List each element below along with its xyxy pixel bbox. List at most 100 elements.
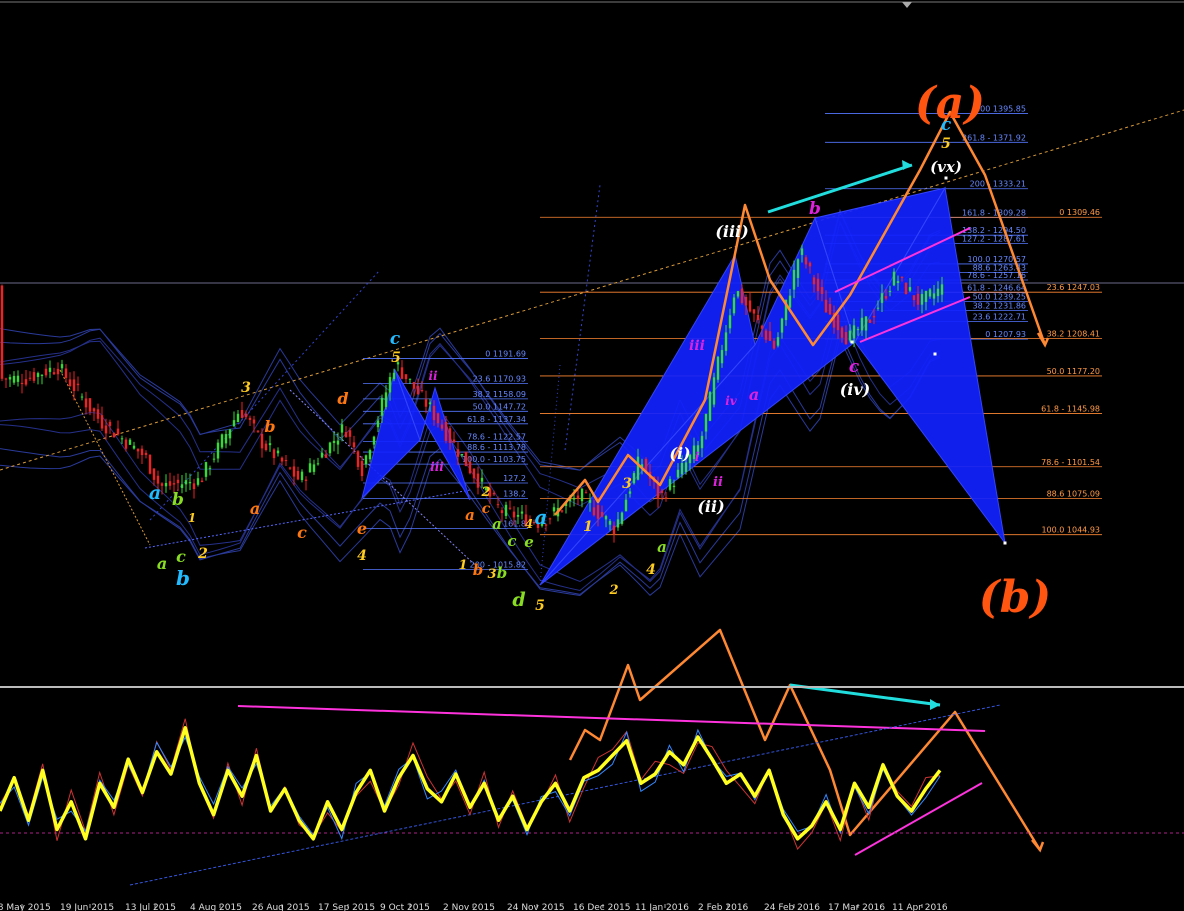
candle-body	[920, 293, 924, 305]
candle-body	[232, 420, 236, 427]
wave-label: 5	[535, 598, 545, 614]
candle-body	[48, 367, 52, 372]
candle-body	[724, 332, 728, 351]
wave-label: a	[250, 499, 260, 518]
candle-body	[468, 461, 472, 474]
candle-body	[196, 478, 200, 485]
x-tick-label: 4 Aug 2015	[190, 903, 242, 911]
candle-body	[744, 296, 748, 306]
candle-body	[604, 516, 608, 520]
candle-body	[372, 436, 376, 445]
candle-body	[908, 287, 912, 291]
candle-body	[164, 482, 168, 487]
candle-body	[280, 457, 284, 462]
fib-blue-label: 61.8 - 1246.64	[967, 284, 1026, 293]
candle-body	[104, 425, 108, 434]
candle-body	[584, 492, 588, 494]
wave-label: c	[176, 547, 186, 566]
candle-body	[180, 484, 184, 488]
candle-body	[356, 451, 360, 467]
candle-body	[108, 421, 112, 426]
candle-body	[876, 307, 880, 309]
candle-body	[100, 415, 104, 429]
fib-blue-label: 261.8 - 1371.92	[962, 133, 1026, 142]
wave-label: (iii)	[715, 222, 748, 241]
fib-blue-label: 78.6 - 1122.57	[467, 433, 526, 442]
candle-body	[384, 392, 388, 407]
candle-body	[116, 428, 120, 435]
candle-body	[124, 439, 128, 449]
fib-orange-label: 0 1309.46	[1059, 208, 1100, 217]
x-tick-label: 16 Dec 2015	[573, 903, 631, 911]
wave-label: a	[149, 482, 161, 504]
x-tick-label: 17 Mar 2016	[828, 903, 885, 911]
candle-body	[24, 379, 28, 385]
fib-blue-label: 23.6 1170.93	[473, 374, 526, 383]
candle-body	[4, 378, 8, 380]
chart-root: 0 1191.69 23.6 1170.93 38.2 1158.09 50.0 11…	[0, 0, 1184, 911]
pivot-marker	[850, 340, 854, 344]
fib-blue-label: 50.0 1239.25	[973, 293, 1026, 302]
candle-body	[200, 480, 204, 483]
candle-body	[828, 303, 832, 315]
wave-label: 2	[480, 485, 490, 500]
wave-label: c	[941, 115, 952, 135]
candle-body	[36, 373, 40, 377]
wave-label: a	[157, 554, 167, 573]
candle-body	[92, 408, 96, 412]
candle-body	[44, 368, 48, 376]
candle-body	[888, 290, 892, 292]
candle-body	[844, 332, 848, 345]
wave-label: 1	[583, 519, 593, 535]
candle-body	[348, 430, 352, 437]
candle-body	[896, 281, 900, 283]
candle-body	[408, 378, 412, 380]
candle-body	[336, 440, 340, 445]
candle-body	[812, 277, 816, 285]
wave-label: i	[695, 450, 700, 464]
candle-body	[904, 283, 908, 295]
candle-body	[928, 289, 932, 297]
candle-body	[360, 461, 364, 477]
fib-blue-label: 127.2 - 1287.61	[962, 234, 1026, 243]
fib-blue-label: 88.6 - 1113.78	[467, 443, 526, 452]
wave-label: d	[512, 589, 525, 611]
candle-body	[772, 340, 776, 349]
candle-body	[864, 316, 868, 331]
candle-body	[204, 462, 208, 477]
x-tick-label: 24 Feb 2016	[764, 903, 820, 911]
candle-body	[80, 396, 84, 398]
candle-body	[612, 525, 616, 535]
pivot-marker	[1003, 541, 1007, 545]
candle-body	[516, 514, 520, 517]
x-tick-label: 26 Aug 2015	[252, 903, 310, 911]
wave-label: c	[849, 357, 860, 377]
fib-blue-label: 78.6 - 1257.16	[967, 271, 1026, 280]
candle-body	[552, 507, 556, 512]
x-tick-label: 9 Oct 2015	[380, 903, 430, 911]
candle-body	[12, 375, 16, 383]
candle-body	[112, 433, 116, 438]
candle-body	[660, 490, 664, 493]
candle-body	[300, 471, 304, 481]
wave-label: a	[465, 506, 475, 524]
fib-blue-label: 61.8 - 1137.34	[467, 415, 526, 424]
candle-body	[8, 377, 12, 380]
candle-body	[760, 325, 764, 329]
candle-body	[184, 480, 188, 485]
candle-body	[636, 456, 640, 480]
candle-body	[716, 356, 720, 380]
x-tick-label: 24 Nov 2015	[507, 903, 565, 911]
candle-body	[316, 463, 320, 465]
wave-label: d	[337, 389, 348, 408]
wave-label: c	[390, 329, 401, 349]
candle-body	[932, 293, 936, 299]
candle-body	[456, 449, 460, 457]
candle-body	[820, 287, 824, 294]
candle-body	[676, 469, 680, 478]
candle-body	[936, 288, 940, 297]
wave-label: 5	[391, 350, 401, 366]
candle-body	[700, 435, 704, 449]
x-tick-label: 19 Jun 2015	[60, 903, 114, 911]
wave-label: b	[264, 417, 275, 436]
